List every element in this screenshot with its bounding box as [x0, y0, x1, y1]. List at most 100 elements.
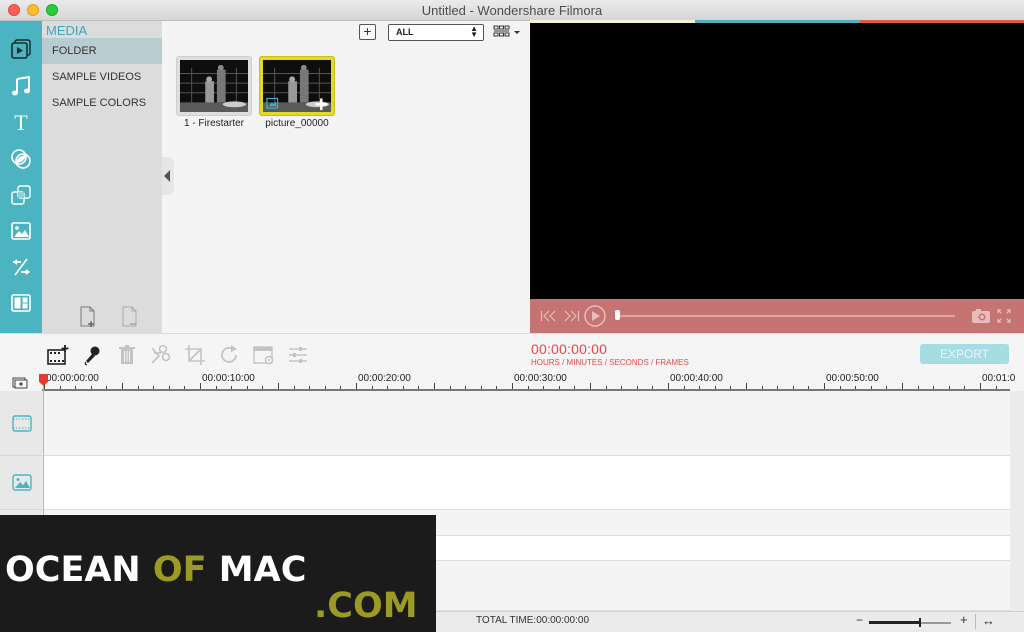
rail-overlays-button[interactable] — [9, 183, 33, 207]
media-clip-picture[interactable] — [259, 56, 335, 116]
rail-elements-button[interactable] — [9, 219, 33, 243]
fit-to-timeline-button[interactable]: ↔ — [982, 613, 995, 628]
video-track[interactable] — [44, 391, 1010, 456]
film-icon — [12, 415, 32, 432]
skip-forward-icon[interactable] — [564, 310, 580, 322]
rail-text-button[interactable]: T — [9, 110, 33, 134]
ruler-tick — [122, 383, 123, 389]
rail-filters-button[interactable] — [9, 147, 33, 171]
image-frame-icon — [263, 60, 331, 112]
skip-back-icon[interactable] — [540, 310, 556, 322]
timeline-zoom-slider[interactable] — [869, 618, 951, 627]
player-controls — [530, 299, 1024, 333]
media-clip-firestarter[interactable] — [176, 56, 252, 116]
ruler-tick-label: 00:00:20:00 — [358, 373, 411, 384]
sliders-icon — [289, 347, 307, 363]
ruler-tick — [465, 386, 467, 389]
cut-button[interactable] — [149, 344, 171, 366]
split-screen-icon — [11, 294, 31, 312]
ruler-tick — [496, 386, 498, 389]
export-button[interactable]: EXPORT — [920, 344, 1009, 364]
watermark-suffix: .COM — [314, 586, 418, 626]
ruler-tick — [948, 386, 950, 389]
zoom-in-button[interactable]: + — [960, 612, 968, 627]
ruler-tick — [730, 386, 732, 389]
media-filter-select[interactable]: ALL ▲ ▼ — [388, 24, 484, 41]
rail-transitions-button[interactable] — [9, 255, 33, 279]
snapshot-camera-icon[interactable] — [971, 308, 991, 324]
media-item-sample-videos[interactable]: SAMPLE VIDEOS — [42, 64, 162, 90]
play-icon[interactable] — [584, 305, 606, 327]
zoom-slider-fill — [869, 621, 920, 624]
clip-label: picture_00000 — [265, 118, 329, 129]
ruler-tick — [886, 386, 888, 389]
rail-split-screen-button[interactable] — [9, 291, 33, 315]
scrubber-handle[interactable] — [615, 310, 620, 320]
track-header-video[interactable] — [0, 391, 42, 456]
media-item-sample-colors[interactable]: SAMPLE COLORS — [42, 90, 162, 116]
ruler-tick — [340, 386, 342, 389]
media-sidebar: MEDIA FOLDER SAMPLE VIDEOS SAMPLE COLORS — [42, 21, 162, 333]
timeline-ruler[interactable]: 00:00:00:00 00:00:10:00 00:00:20:00 00:00:3… — [0, 371, 1024, 391]
zoom-slider-knob[interactable] — [918, 618, 921, 627]
view-mode-toggle[interactable] — [493, 25, 521, 39]
ruler-tick-label: 00:00:10:00 — [202, 373, 255, 384]
select-arrows-icon: ▲ ▼ — [470, 24, 478, 39]
trash-icon — [119, 345, 135, 364]
track-header-image[interactable] — [0, 456, 42, 510]
advanced-edit-button[interactable] — [253, 344, 275, 366]
ruler-tick — [980, 383, 981, 389]
rotate-button[interactable] — [218, 344, 240, 366]
record-voiceover-button[interactable] — [81, 344, 103, 366]
ruler-tick — [371, 386, 373, 389]
ruler-tick — [636, 386, 638, 389]
ruler-tick — [231, 386, 233, 389]
ruler-tick — [449, 386, 451, 389]
ruler-tick-label: 00:01:0 — [982, 373, 1016, 384]
timeline-vertical-scrollbar[interactable] — [1010, 391, 1024, 611]
adjust-button[interactable] — [287, 344, 309, 366]
rail-music-button[interactable] — [9, 74, 33, 98]
preview-screen — [530, 23, 1024, 299]
add-media-icon — [47, 345, 69, 365]
divider — [975, 614, 976, 629]
ruler-tick — [418, 386, 420, 389]
ruler-tick — [278, 383, 279, 389]
ruler-tick — [215, 386, 217, 389]
clip-thumbnail — [263, 60, 331, 112]
fullscreen-icon[interactable] — [997, 309, 1011, 323]
playback-scrubber[interactable] — [617, 315, 955, 317]
ruler-tick — [59, 386, 61, 389]
add-folder-button[interactable] — [78, 306, 98, 328]
watermark-word: OF — [152, 550, 207, 590]
crop-button[interactable] — [184, 344, 206, 366]
ruler-tick — [90, 386, 92, 389]
collapse-sidebar-toggle[interactable] — [162, 157, 174, 195]
ruler-tick — [184, 386, 186, 389]
rail-media-button[interactable] — [9, 37, 33, 61]
title-bar: Untitled - Wondershare Filmora — [0, 0, 1024, 21]
watermark-word: OCEAN — [5, 550, 141, 590]
add-track-button[interactable] — [12, 376, 28, 389]
ruler-tick — [262, 386, 264, 389]
ruler-tick — [480, 386, 482, 389]
ruler-tick — [543, 386, 545, 389]
image-icon — [12, 474, 32, 491]
ruler-tick — [512, 383, 513, 389]
music-icon — [12, 75, 30, 96]
image-track[interactable] — [44, 456, 1010, 510]
remove-folder-button[interactable] — [120, 306, 140, 328]
ruler-tick — [714, 386, 716, 389]
filmora-window: Untitled - Wondershare Filmora T MEDIA F… — [0, 0, 1024, 632]
add-clip-button[interactable] — [47, 344, 69, 366]
zoom-out-button[interactable]: − — [856, 613, 863, 627]
ruler-tick — [652, 386, 654, 389]
ruler-tick — [668, 383, 669, 389]
ruler-tick — [855, 386, 857, 389]
delete-button[interactable] — [116, 344, 138, 366]
ruler-tick — [402, 386, 404, 389]
media-item-folder[interactable]: FOLDER — [42, 38, 162, 64]
import-media-button[interactable]: + — [359, 24, 376, 40]
ruler-tick — [574, 386, 576, 389]
filters-icon — [11, 149, 31, 169]
